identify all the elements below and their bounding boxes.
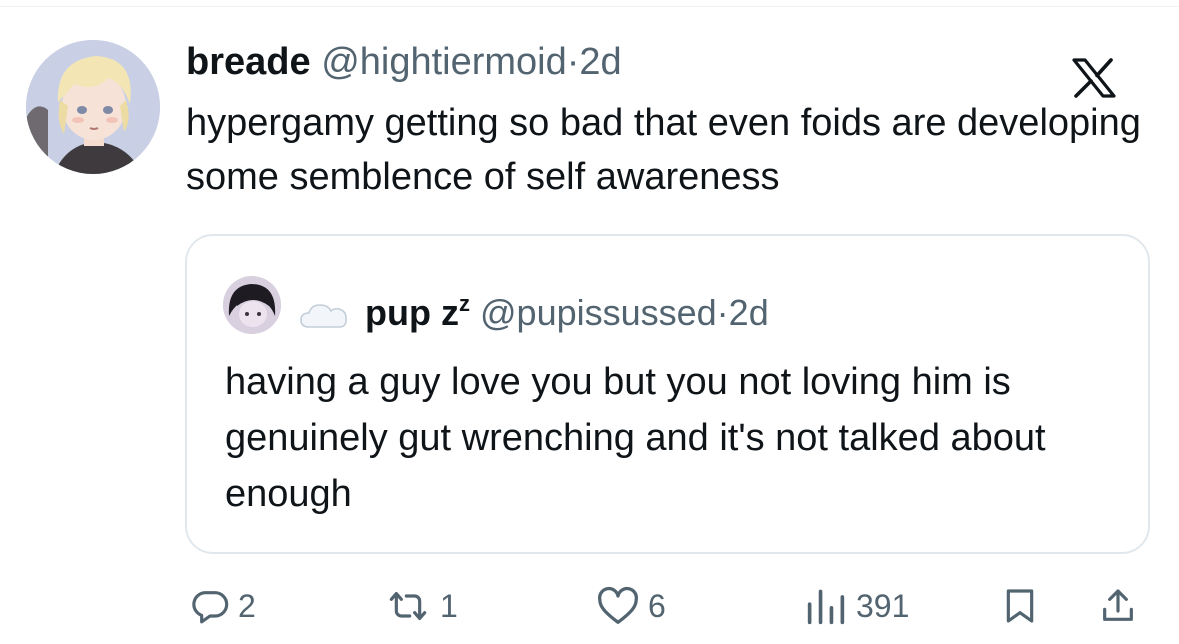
author-avatar[interactable] — [26, 40, 160, 174]
like-count: 6 — [648, 588, 666, 624]
view-count: 391 — [856, 588, 910, 624]
quoted-author-handle[interactable]: @pupissussed — [480, 292, 717, 333]
header-separator: · — [566, 41, 580, 83]
quoted-tweet-header: pup zz @pupissussed·2d — [299, 282, 769, 335]
share-button[interactable] — [1098, 586, 1138, 626]
repost-count: 1 — [440, 588, 458, 624]
tweet-timestamp[interactable]: 2d — [579, 41, 621, 83]
reply-button[interactable]: 2 — [190, 586, 256, 626]
views-icon — [807, 589, 845, 625]
tweet-text: hypergamy getting so bad that even foids… — [186, 102, 1141, 198]
quoted-tweet-card[interactable]: pup zz @pupissussed·2d having a guy love… — [185, 234, 1150, 554]
quoted-header-separator: · — [716, 292, 729, 333]
views-button[interactable]: 391 — [804, 586, 909, 626]
quoted-avatar-image — [223, 276, 281, 334]
tweet-action-bar: 2 1 6 391 — [0, 580, 1179, 636]
quoted-name-superscript: z — [458, 291, 470, 316]
bookmark-icon — [1006, 589, 1034, 623]
like-icon — [598, 586, 638, 624]
author-handle[interactable]: @hightiermoid — [321, 41, 567, 83]
author-display-name[interactable]: breade — [186, 41, 311, 83]
quoted-tweet-text: having a guy love you but you not loving… — [225, 361, 1046, 515]
reply-icon — [192, 591, 229, 624]
repost-icon — [389, 591, 427, 621]
reply-count: 2 — [238, 588, 256, 624]
quoted-author-avatar[interactable] — [223, 276, 281, 334]
tweet-header: breade @hightiermoid·2d — [186, 38, 622, 86]
quoted-author-display-name[interactable]: pup z — [365, 292, 459, 333]
like-button[interactable]: 6 — [596, 586, 666, 626]
author-avatar-image — [26, 40, 160, 174]
bookmark-button[interactable] — [1000, 586, 1040, 626]
top-divider — [0, 6, 1179, 7]
share-icon — [1103, 589, 1133, 621]
x-logo-icon[interactable] — [1072, 58, 1116, 98]
repost-button[interactable]: 1 — [384, 586, 458, 626]
quoted-tweet-timestamp[interactable]: 2d — [729, 292, 769, 333]
cloud-icon — [300, 304, 347, 328]
